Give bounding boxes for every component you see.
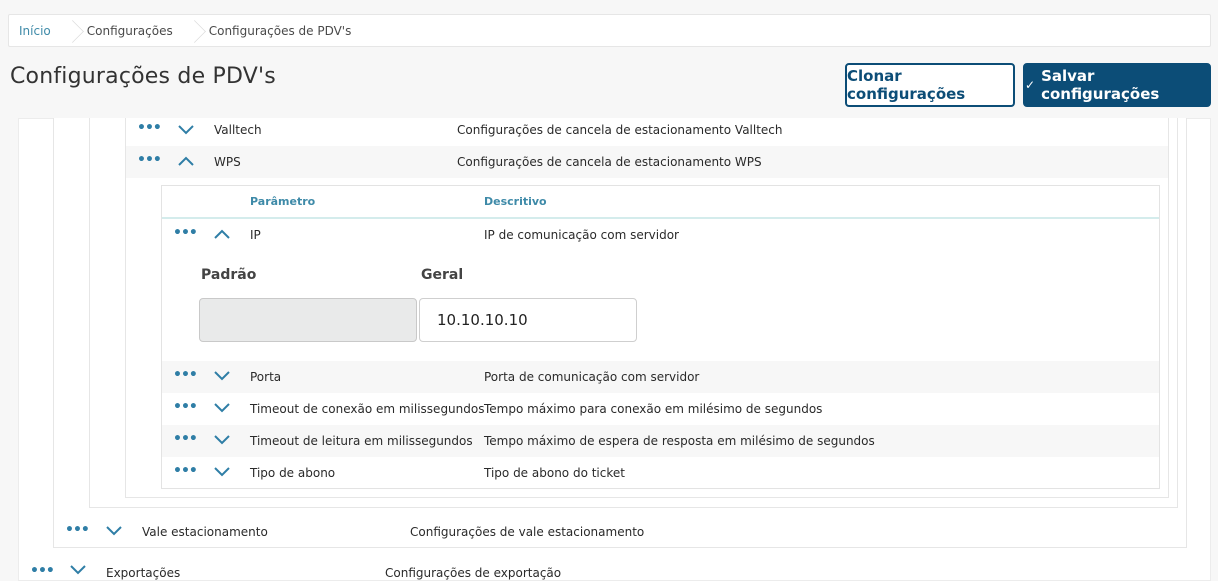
breadcrumb-home-link[interactable]: Início xyxy=(9,15,67,46)
column-header-parametro[interactable]: Parâmetro xyxy=(250,195,315,208)
param-name: Timeout de conexão em milissegundos xyxy=(250,402,485,416)
param-description: IP de comunicação com servidor xyxy=(484,228,679,242)
row-name: Valltech xyxy=(214,123,262,137)
breadcrumb-current: Configurações de PDV's xyxy=(208,23,352,38)
more-dots-icon[interactable]: ••• xyxy=(137,153,162,167)
chevron-down-icon[interactable] xyxy=(213,463,231,481)
param-name: IP xyxy=(250,228,261,242)
more-dots-icon[interactable]: ••• xyxy=(173,226,198,240)
default-value-label: Padrão xyxy=(201,267,257,283)
param-row-timeout-conexao[interactable]: ••• Timeout de conexão em milissegundos … xyxy=(162,393,1159,425)
row-description: Configurações de cancela de estacionamen… xyxy=(457,155,762,169)
chevron-down-icon[interactable] xyxy=(105,522,123,540)
tree-row-wps[interactable]: ••• WPS Configurações de cancela de esta… xyxy=(126,146,1168,178)
save-configurations-button[interactable]: ✓ Salvar configurações xyxy=(1023,63,1211,107)
clone-button-label: Clonar configurações xyxy=(847,67,966,103)
chevron-down-icon[interactable] xyxy=(177,121,195,139)
chevron-down-icon[interactable] xyxy=(213,431,231,449)
param-name: Timeout de leitura em milissegundos xyxy=(250,434,473,448)
row-description: Configurações de vale estacionamento xyxy=(410,525,645,539)
save-button-label: Salvar configurações xyxy=(1041,67,1160,103)
column-header-descritivo[interactable]: Descritivo xyxy=(484,195,547,208)
more-dots-icon[interactable]: ••• xyxy=(173,464,198,478)
row-description: Configurações de exportação xyxy=(385,566,562,580)
param-row-timeout-leitura[interactable]: ••• Timeout de leitura em milissegundos … xyxy=(162,425,1159,457)
row-name: WPS xyxy=(214,155,241,169)
general-value-input[interactable]: 10.10.10.10 xyxy=(419,298,637,342)
chevron-down-icon[interactable] xyxy=(69,561,87,579)
more-dots-icon[interactable]: ••• xyxy=(173,400,198,414)
chevron-down-icon[interactable] xyxy=(213,399,231,417)
param-description: Tipo de abono do ticket xyxy=(484,466,625,480)
row-name: Exportações xyxy=(106,566,181,580)
default-value-field xyxy=(199,298,417,342)
row-name: Vale estacionamento xyxy=(142,525,268,539)
tree-row-valltech[interactable]: ••• Valltech Configurações de cancela de… xyxy=(126,116,1168,144)
param-description: Tempo máximo de espera de resposta em mi… xyxy=(484,434,875,448)
param-row-ip[interactable]: ••• IP IP de comunicação com servidor xyxy=(162,219,1159,251)
check-icon: ✓ xyxy=(1025,78,1036,92)
breadcrumb-separator xyxy=(67,15,77,46)
general-value-label: Geral xyxy=(421,267,464,283)
breadcrumb: Início Configurações Configurações de PD… xyxy=(8,14,1211,47)
breadcrumb-configuracoes-link[interactable]: Configurações xyxy=(77,15,189,46)
more-dots-icon[interactable]: ••• xyxy=(173,368,198,382)
more-dots-icon[interactable]: ••• xyxy=(137,121,162,135)
param-name: Porta xyxy=(250,370,282,384)
chevron-down-icon[interactable] xyxy=(213,367,231,385)
tree-row-exportacoes[interactable]: ••• Exportações Configurações de exporta… xyxy=(19,557,1210,581)
more-dots-icon[interactable]: ••• xyxy=(30,564,55,578)
page-title: Configurações de PDV's xyxy=(10,64,276,89)
more-dots-icon[interactable]: ••• xyxy=(65,523,90,537)
tree-row-vale-estacionamento[interactable]: ••• Vale estacionamento Configurações de… xyxy=(54,516,1186,548)
row-description: Configurações de cancela de estacionamen… xyxy=(457,123,783,137)
breadcrumb-separator xyxy=(189,15,199,46)
more-dots-icon[interactable]: ••• xyxy=(173,432,198,446)
chevron-up-icon[interactable] xyxy=(177,152,195,170)
param-description: Porta de comunicação com servidor xyxy=(484,370,700,384)
chevron-up-icon[interactable] xyxy=(213,225,231,243)
param-row-tipo-abono[interactable]: ••• Tipo de abono Tipo de abono do ticke… xyxy=(162,457,1159,488)
param-name: Tipo de abono xyxy=(250,466,336,480)
clone-configurations-button[interactable]: Clonar configurações xyxy=(845,63,1015,107)
param-description: Tempo máximo para conexão em milésimo de… xyxy=(484,402,823,416)
param-row-porta[interactable]: ••• Porta Porta de comunicação com servi… xyxy=(162,361,1159,393)
